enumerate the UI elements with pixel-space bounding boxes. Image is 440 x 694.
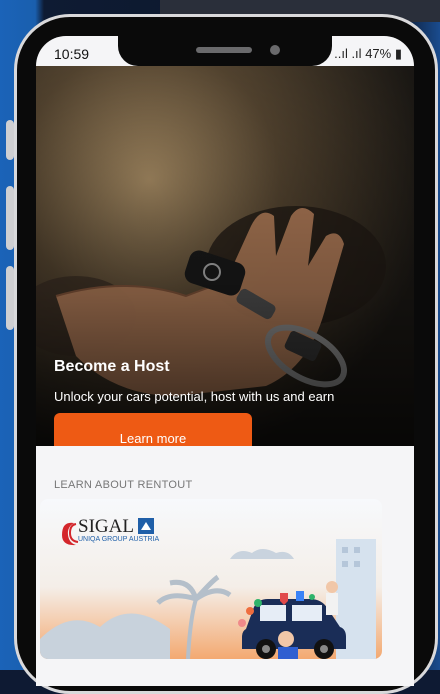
hero-subtitle: Unlock your cars potential, host with us… xyxy=(54,389,335,404)
app-screen: Become a Host Unlock your cars potential… xyxy=(36,36,414,686)
volume-up-button xyxy=(6,186,14,250)
mute-switch xyxy=(6,120,14,160)
notch xyxy=(118,36,332,66)
clock: 10:59 xyxy=(54,46,90,62)
section-heading: LEARN ABOUT RENTOUT xyxy=(54,479,193,491)
volume-down-button xyxy=(6,266,14,330)
camera-icon xyxy=(270,45,280,55)
hero-title: Become a Host xyxy=(54,358,170,375)
signal-battery: ..ıl .ıl 47% ▮ xyxy=(334,46,402,62)
battery-percent: 47% xyxy=(365,46,392,61)
battery-icon: ▮ xyxy=(394,46,402,61)
car-rental-illustration xyxy=(40,539,376,659)
signal-icon: ..ıl .ıl xyxy=(334,46,362,61)
learn-more-button[interactable]: Learn more xyxy=(54,413,252,446)
sigal-insurance-card[interactable]: SIGAL UNIQA GROUP AUSTRIA xyxy=(40,499,382,659)
speaker-icon xyxy=(196,47,252,53)
host-banner: Become a Host Unlock your cars potential… xyxy=(36,66,414,446)
